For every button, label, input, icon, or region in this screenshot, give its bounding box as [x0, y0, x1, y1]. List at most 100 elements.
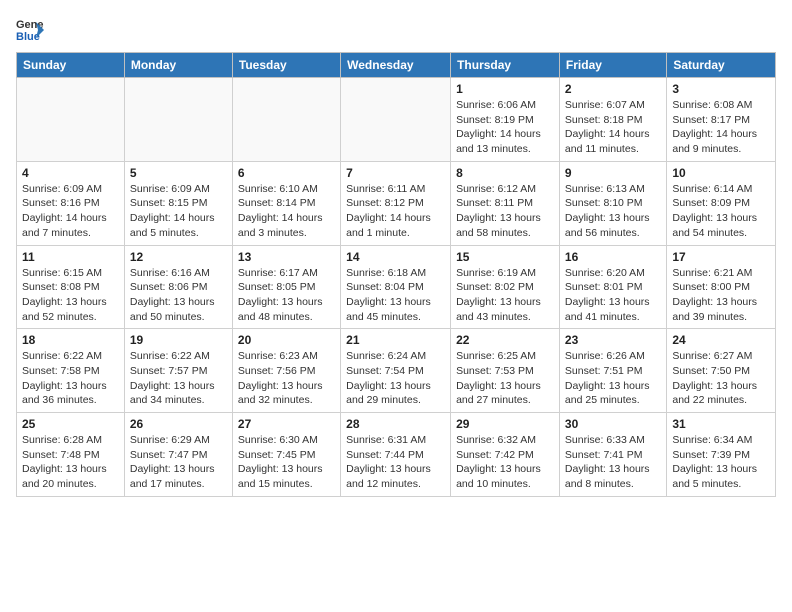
- day-info: Sunrise: 6:25 AM Sunset: 7:53 PM Dayligh…: [456, 349, 554, 408]
- day-number: 7: [346, 166, 445, 180]
- weekday-header-sunday: Sunday: [17, 53, 125, 78]
- day-number: 18: [22, 333, 119, 347]
- calendar-cell: 14Sunrise: 6:18 AM Sunset: 8:04 PM Dayli…: [341, 245, 451, 329]
- day-info: Sunrise: 6:22 AM Sunset: 7:57 PM Dayligh…: [130, 349, 227, 408]
- calendar-cell: 31 Sunrise: 6:34 AM Sunset: 7:39 PM Dayli…: [667, 413, 776, 497]
- calendar-cell: 24Sunrise: 6:27 AM Sunset: 7:50 PM Dayli…: [667, 329, 776, 413]
- weekday-header-wednesday: Wednesday: [341, 53, 451, 78]
- weekday-header-saturday: Saturday: [667, 53, 776, 78]
- calendar-cell: [232, 78, 340, 162]
- day-number: 12: [130, 250, 227, 264]
- weekday-header-row: SundayMondayTuesdayWednesdayThursdayFrid…: [17, 53, 776, 78]
- day-info: Sunrise: 6:11 AM Sunset: 8:12 PM Dayligh…: [346, 182, 445, 241]
- calendar-cell: 21 Sunrise: 6:24 AM Sunset: 7:54 PM Dayli…: [341, 329, 451, 413]
- day-number: 4: [22, 166, 119, 180]
- day-number: 3: [672, 82, 770, 96]
- calendar-cell: 8Sunrise: 6:12 AM Sunset: 8:11 PM Daylig…: [451, 161, 560, 245]
- weekday-header-tuesday: Tuesday: [232, 53, 340, 78]
- day-info: Sunrise: 6:24 AM Sunset: 7:54 PM Dayligh…: [346, 349, 445, 408]
- calendar-cell: 13 Sunrise: 6:17 AM Sunset: 8:05 PM Dayli…: [232, 245, 340, 329]
- calendar-cell: 23 Sunrise: 6:26 AM Sunset: 7:51 PM Dayli…: [559, 329, 666, 413]
- day-number: 17: [672, 250, 770, 264]
- calendar-cell: 3 Sunrise: 6:08 AM Sunset: 8:17 PM Daylig…: [667, 78, 776, 162]
- calendar-cell: 15 Sunrise: 6:19 AM Sunset: 8:02 PM Dayli…: [451, 245, 560, 329]
- day-number: 6: [238, 166, 335, 180]
- day-info: Sunrise: 6:23 AM Sunset: 7:56 PM Dayligh…: [238, 349, 335, 408]
- day-number: 5: [130, 166, 227, 180]
- calendar-cell: 28 Sunrise: 6:31 AM Sunset: 7:44 PM Dayli…: [341, 413, 451, 497]
- logo: General Blue: [16, 16, 44, 44]
- day-info: Sunrise: 6:34 AM Sunset: 7:39 PM Dayligh…: [672, 433, 770, 492]
- day-number: 15: [456, 250, 554, 264]
- day-info: Sunrise: 6:21 AM Sunset: 8:00 PM Dayligh…: [672, 266, 770, 325]
- day-info: Sunrise: 6:33 AM Sunset: 7:41 PM Dayligh…: [565, 433, 661, 492]
- day-number: 26: [130, 417, 227, 431]
- header: General Blue: [16, 16, 776, 44]
- calendar-cell: 1Sunrise: 6:06 AM Sunset: 8:19 PM Daylig…: [451, 78, 560, 162]
- day-number: 27: [238, 417, 335, 431]
- calendar-cell: 17 Sunrise: 6:21 AM Sunset: 8:00 PM Dayli…: [667, 245, 776, 329]
- calendar-cell: 29 Sunrise: 6:32 AM Sunset: 7:42 PM Dayli…: [451, 413, 560, 497]
- day-number: 30: [565, 417, 661, 431]
- day-info: Sunrise: 6:10 AM Sunset: 8:14 PM Dayligh…: [238, 182, 335, 241]
- day-number: 29: [456, 417, 554, 431]
- calendar-cell: 22 Sunrise: 6:25 AM Sunset: 7:53 PM Dayli…: [451, 329, 560, 413]
- calendar-cell: 25 Sunrise: 6:28 AM Sunset: 7:48 PM Dayli…: [17, 413, 125, 497]
- day-info: Sunrise: 6:20 AM Sunset: 8:01 PM Dayligh…: [565, 266, 661, 325]
- week-row-1: 1Sunrise: 6:06 AM Sunset: 8:19 PM Daylig…: [17, 78, 776, 162]
- day-number: 2: [565, 82, 661, 96]
- day-info: Sunrise: 6:13 AM Sunset: 8:10 PM Dayligh…: [565, 182, 661, 241]
- calendar-cell: 10 Sunrise: 6:14 AM Sunset: 8:09 PM Dayli…: [667, 161, 776, 245]
- day-number: 1: [456, 82, 554, 96]
- day-number: 28: [346, 417, 445, 431]
- day-number: 13: [238, 250, 335, 264]
- logo-icon: General Blue: [16, 16, 44, 44]
- weekday-header-friday: Friday: [559, 53, 666, 78]
- day-info: Sunrise: 6:19 AM Sunset: 8:02 PM Dayligh…: [456, 266, 554, 325]
- day-info: Sunrise: 6:15 AM Sunset: 8:08 PM Dayligh…: [22, 266, 119, 325]
- weekday-header-monday: Monday: [124, 53, 232, 78]
- day-info: Sunrise: 6:17 AM Sunset: 8:05 PM Dayligh…: [238, 266, 335, 325]
- calendar-cell: 5 Sunrise: 6:09 AM Sunset: 8:15 PM Daylig…: [124, 161, 232, 245]
- day-info: Sunrise: 6:22 AM Sunset: 7:58 PM Dayligh…: [22, 349, 119, 408]
- calendar-cell: 27 Sunrise: 6:30 AM Sunset: 7:45 PM Dayli…: [232, 413, 340, 497]
- day-number: 19: [130, 333, 227, 347]
- day-number: 25: [22, 417, 119, 431]
- calendar-table: SundayMondayTuesdayWednesdayThursdayFrid…: [16, 52, 776, 497]
- calendar-cell: 26 Sunrise: 6:29 AM Sunset: 7:47 PM Dayli…: [124, 413, 232, 497]
- calendar-cell: [341, 78, 451, 162]
- calendar-cell: 20Sunrise: 6:23 AM Sunset: 7:56 PM Dayli…: [232, 329, 340, 413]
- calendar-cell: 11 Sunrise: 6:15 AM Sunset: 8:08 PM Dayli…: [17, 245, 125, 329]
- week-row-5: 25 Sunrise: 6:28 AM Sunset: 7:48 PM Dayli…: [17, 413, 776, 497]
- day-info: Sunrise: 6:07 AM Sunset: 8:18 PM Dayligh…: [565, 98, 661, 157]
- calendar-cell: 2 Sunrise: 6:07 AM Sunset: 8:18 PM Daylig…: [559, 78, 666, 162]
- calendar-cell: 12 Sunrise: 6:16 AM Sunset: 8:06 PM Dayli…: [124, 245, 232, 329]
- day-info: Sunrise: 6:14 AM Sunset: 8:09 PM Dayligh…: [672, 182, 770, 241]
- calendar-cell: [17, 78, 125, 162]
- day-number: 23: [565, 333, 661, 347]
- calendar-cell: 30 Sunrise: 6:33 AM Sunset: 7:41 PM Dayli…: [559, 413, 666, 497]
- day-number: 31: [672, 417, 770, 431]
- week-row-2: 4 Sunrise: 6:09 AM Sunset: 8:16 PM Daylig…: [17, 161, 776, 245]
- calendar-cell: 4 Sunrise: 6:09 AM Sunset: 8:16 PM Daylig…: [17, 161, 125, 245]
- day-info: Sunrise: 6:29 AM Sunset: 7:47 PM Dayligh…: [130, 433, 227, 492]
- day-number: 22: [456, 333, 554, 347]
- day-info: Sunrise: 6:28 AM Sunset: 7:48 PM Dayligh…: [22, 433, 119, 492]
- calendar-cell: 7 Sunrise: 6:11 AM Sunset: 8:12 PM Daylig…: [341, 161, 451, 245]
- day-info: Sunrise: 6:09 AM Sunset: 8:16 PM Dayligh…: [22, 182, 119, 241]
- day-info: Sunrise: 6:26 AM Sunset: 7:51 PM Dayligh…: [565, 349, 661, 408]
- day-number: 21: [346, 333, 445, 347]
- calendar-cell: 9Sunrise: 6:13 AM Sunset: 8:10 PM Daylig…: [559, 161, 666, 245]
- day-info: Sunrise: 6:31 AM Sunset: 7:44 PM Dayligh…: [346, 433, 445, 492]
- day-info: Sunrise: 6:18 AM Sunset: 8:04 PM Dayligh…: [346, 266, 445, 325]
- week-row-3: 11 Sunrise: 6:15 AM Sunset: 8:08 PM Dayli…: [17, 245, 776, 329]
- day-number: 11: [22, 250, 119, 264]
- day-info: Sunrise: 6:16 AM Sunset: 8:06 PM Dayligh…: [130, 266, 227, 325]
- day-info: Sunrise: 6:09 AM Sunset: 8:15 PM Dayligh…: [130, 182, 227, 241]
- calendar-cell: 18 Sunrise: 6:22 AM Sunset: 7:58 PM Dayli…: [17, 329, 125, 413]
- day-info: Sunrise: 6:32 AM Sunset: 7:42 PM Dayligh…: [456, 433, 554, 492]
- day-info: Sunrise: 6:08 AM Sunset: 8:17 PM Dayligh…: [672, 98, 770, 157]
- day-info: Sunrise: 6:30 AM Sunset: 7:45 PM Dayligh…: [238, 433, 335, 492]
- day-number: 10: [672, 166, 770, 180]
- day-number: 8: [456, 166, 554, 180]
